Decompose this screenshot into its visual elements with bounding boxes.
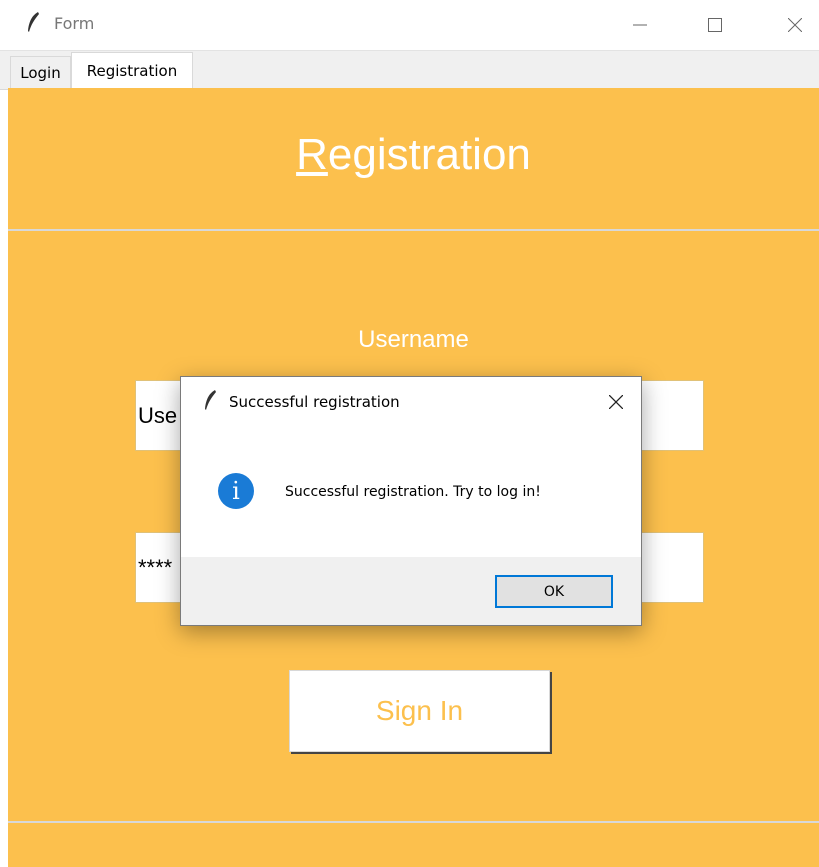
- window-titlebar: Form: [0, 0, 819, 50]
- close-icon: [788, 18, 802, 32]
- title-underlined-letter: R: [296, 130, 328, 179]
- maximize-icon: [708, 18, 722, 32]
- header-band: Registration: [8, 88, 819, 231]
- notebook-tabbar: Login Registration: [0, 50, 819, 90]
- dialog-message: Successful registration. Try to log in!: [285, 484, 541, 500]
- message-dialog: Successful registration i Successful reg…: [180, 376, 642, 626]
- close-button[interactable]: [772, 0, 818, 50]
- username-label: Username: [358, 326, 469, 353]
- window-title: Form: [54, 14, 95, 33]
- tab-registration[interactable]: Registration: [71, 52, 193, 89]
- dialog-close-button[interactable]: [601, 387, 631, 417]
- sign-in-button[interactable]: Sign In: [289, 670, 550, 752]
- dialog-title: Successful registration: [229, 393, 400, 411]
- dialog-footer: OK: [181, 557, 641, 625]
- minimize-icon: [633, 24, 647, 26]
- maximize-button[interactable]: [692, 0, 738, 50]
- divider: [8, 821, 819, 823]
- title-rest: egistration: [327, 130, 531, 179]
- close-icon: [609, 395, 623, 409]
- feather-icon: [28, 12, 39, 32]
- page-title: Registration: [8, 130, 819, 180]
- minimize-button[interactable]: [617, 0, 663, 50]
- feather-icon: [205, 390, 216, 410]
- info-icon: i: [218, 473, 254, 509]
- tab-login[interactable]: Login: [10, 56, 71, 88]
- ok-button[interactable]: OK: [495, 575, 613, 608]
